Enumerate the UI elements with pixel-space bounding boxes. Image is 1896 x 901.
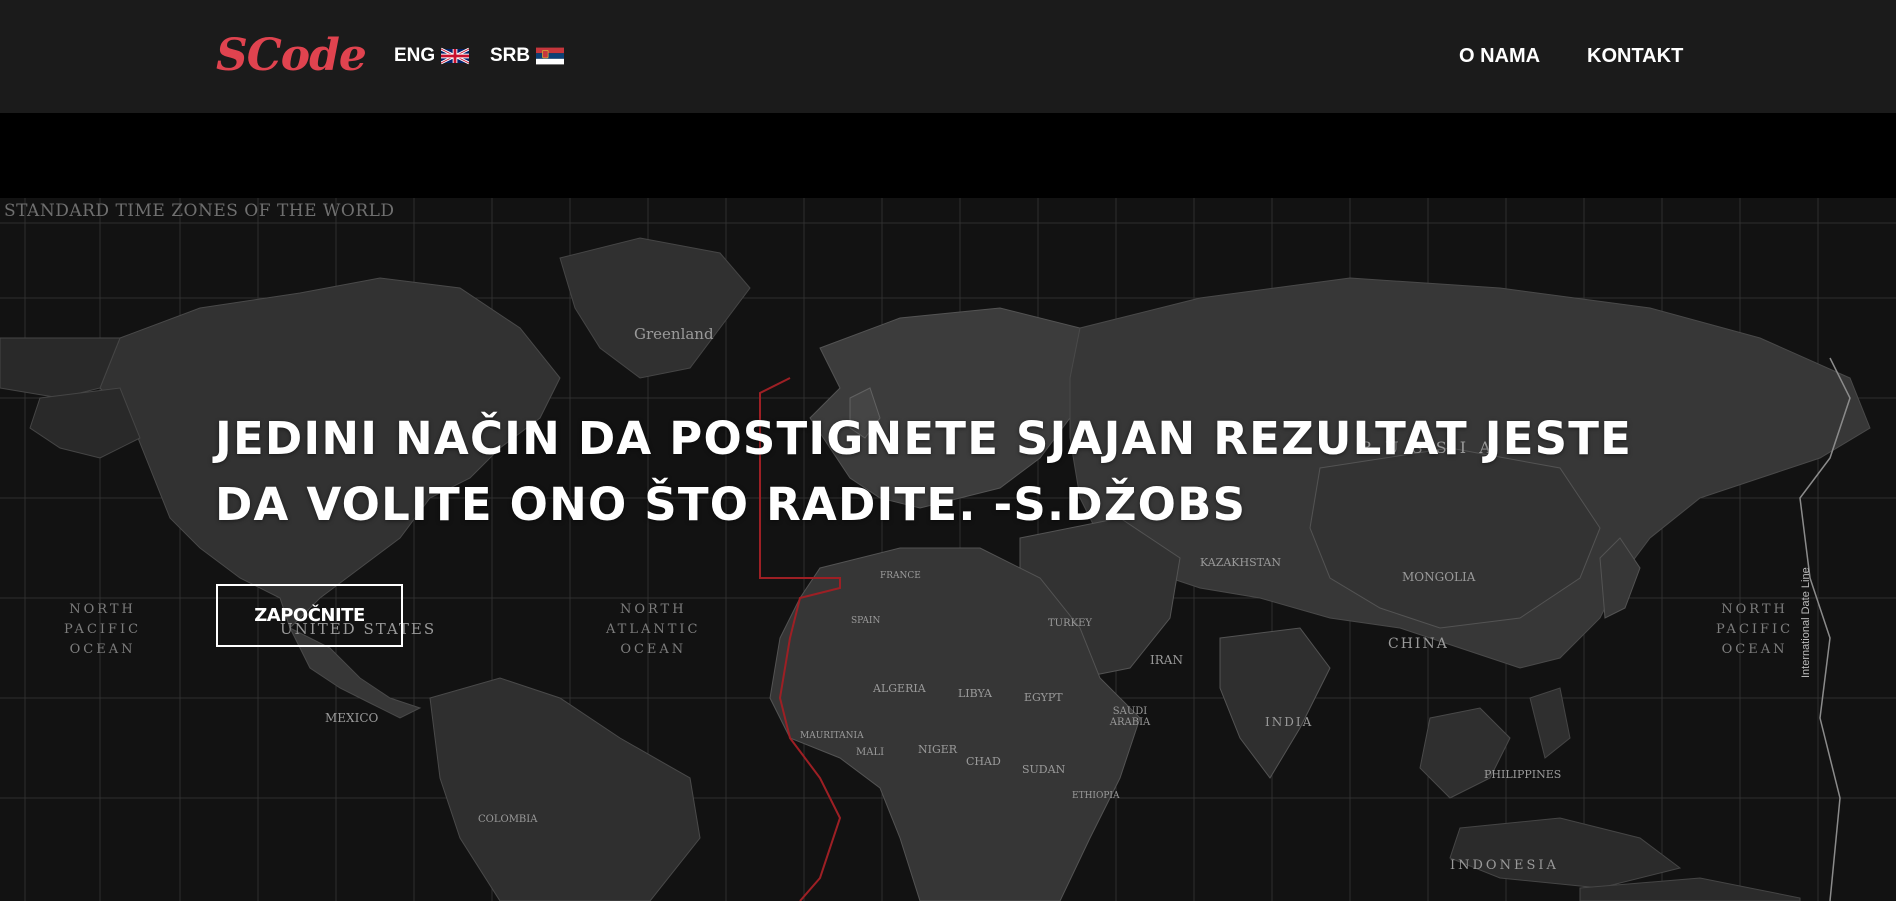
hero-quote: JEDINI NAČIN DA POSTIGNETE SJAJAN REZULT… — [215, 412, 1633, 531]
top-navbar: SCode ENG SRB O NAMA KONTAKT — [0, 0, 1896, 113]
ocean-label-north-pacific-west: NORTH PACIFIC OCEAN — [1716, 602, 1794, 657]
map-label-kazakhstan: KAZAKHSTAN — [1200, 556, 1281, 569]
hero-overlay — [0, 198, 1896, 901]
get-started-button[interactable]: ZAPOČNITE — [216, 584, 403, 647]
ocean-label-north-atlantic: NORTH ATLANTIC OCEAN — [606, 602, 701, 657]
map-label-colombia: COLOMBIA — [478, 814, 538, 825]
brand-logo[interactable]: SCode — [216, 28, 367, 84]
map-label-sudan: SUDAN — [1022, 763, 1066, 776]
map-label-france: FRANCE — [880, 571, 921, 581]
map-label-turkey: TURKEY — [1048, 618, 1092, 629]
map-label-ethiopia: ETHIOPIA — [1072, 791, 1120, 801]
hero-section: STANDARD TIME ZONES OF THE WORLD Greenla… — [0, 198, 1896, 901]
map-label-spain: SPAIN — [851, 616, 881, 626]
map-label-mali: MALI — [856, 747, 885, 758]
map-label-chad: CHAD — [966, 755, 1001, 768]
map-label-mexico: MEXICO — [325, 711, 379, 725]
uk-flag-icon — [441, 47, 470, 65]
map-label-china: CHINA — [1388, 636, 1449, 652]
map-title: STANDARD TIME ZONES OF THE WORLD — [4, 201, 395, 221]
map-label-indonesia: INDONESIA — [1450, 858, 1559, 873]
nav-about-link[interactable]: O NAMA — [1459, 44, 1540, 68]
header-spacer — [0, 113, 1896, 198]
map-label-philippines: PHILIPPINES — [1484, 768, 1562, 781]
nav-contact-link[interactable]: KONTAKT — [1587, 44, 1683, 68]
map-label-algeria: ALGERIA — [873, 682, 926, 695]
map-label-libya: LIBYA — [958, 687, 992, 700]
language-eng-label: ENG — [394, 45, 436, 66]
international-date-line-label: International Date Line — [1800, 567, 1812, 678]
map-label-saudi-arabia: SAUDI ARABIA — [1109, 706, 1151, 728]
map-label-niger: NIGER — [918, 743, 958, 756]
serbia-flag-icon — [536, 47, 565, 65]
map-label-mongolia: MONGOLIA — [1402, 570, 1476, 584]
map-label-iran: IRAN — [1150, 653, 1183, 667]
language-srb-label: SRB — [490, 45, 531, 66]
map-label-mauritania: MAURITANIA — [800, 731, 864, 741]
map-label-egypt: EGYPT — [1024, 691, 1063, 704]
ocean-label-north-pacific-east: NORTH PACIFIC OCEAN — [64, 602, 142, 657]
language-eng-link[interactable]: ENG — [394, 44, 470, 68]
map-label-india: INDIA — [1265, 715, 1314, 729]
language-srb-link[interactable]: SRB — [490, 44, 565, 68]
map-label-greenland: Greenland — [634, 325, 714, 343]
